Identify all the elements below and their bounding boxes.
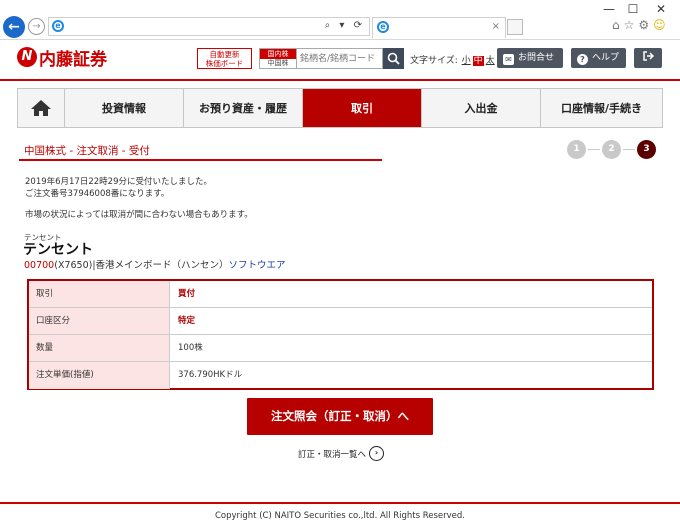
nav-assets-history[interactable]: お預り資産・履歴 <box>184 89 303 127</box>
browser-tab[interactable]: e × <box>372 17 506 38</box>
logo-mark-icon: N <box>17 47 37 67</box>
stock-search-input[interactable] <box>297 48 383 69</box>
copyright: Copyright (C) NAITO Securities co.,ltd. … <box>214 511 465 521</box>
order-inquiry-button[interactable]: 注文照会（訂正・取消）へ <box>247 398 433 435</box>
font-size-control: 文字サイズ: 小中太 <box>410 53 496 66</box>
forward-button-icon[interactable]: → <box>28 18 45 35</box>
accepted-message: 2019年6月17日22時29分に受付いたしました。 <box>25 177 212 187</box>
step-1: 1 <box>567 140 586 159</box>
nav-trading[interactable]: 取引 <box>303 89 422 127</box>
back-button-icon[interactable]: ← <box>3 16 25 38</box>
browser-toolbar-icons: ⌂☆⚙☺ <box>612 18 670 32</box>
table-row: 口座区分 特定 <box>29 308 652 335</box>
help-label: ヘルプ <box>592 53 620 63</box>
home-icon <box>31 100 51 116</box>
envelope-icon: ✉ <box>503 54 514 65</box>
feedback-smiley-icon[interactable]: ☺ <box>653 18 670 32</box>
footer-divider <box>0 502 680 504</box>
tab-close-icon[interactable]: × <box>492 21 500 32</box>
nav-account-info[interactable]: 口座情報/手続き <box>541 89 662 127</box>
logout-button[interactable] <box>634 48 662 68</box>
stock-market-info: (X7650)|香港メインボード（ハンセン） <box>54 260 229 271</box>
order-value-account-type: 特定 <box>178 316 196 326</box>
browser-chrome: — ☐ ✕ ← → e ⌕ ▾ ⟳ e × ⌂☆⚙☺ <box>0 0 680 40</box>
order-details-table: 取引 買付 口座区分 特定 数量 100株 注文単価(指値) 376.790HK… <box>27 279 654 390</box>
market-warning-message: 市場の状況によっては取消が間に合わない場合もあります。 <box>25 210 253 220</box>
nav-deposit-withdrawal[interactable]: 入出金 <box>422 89 541 127</box>
main-nav: 投資情報 お預り資産・履歴 取引 入出金 口座情報/手続き <box>17 88 663 128</box>
order-key-account-type: 口座区分 <box>29 308 170 334</box>
sector-link[interactable]: ソフトウエア <box>229 260 286 271</box>
home-icon[interactable]: ⌂ <box>612 18 624 32</box>
auto-update-label: 自動更新 株価ボード <box>205 50 244 68</box>
font-small-button[interactable]: 小 <box>462 56 471 66</box>
nav-investment-info[interactable]: 投資情報 <box>65 89 184 127</box>
contact-button[interactable]: ✉ お問合せ <box>497 48 563 68</box>
order-key-quantity: 数量 <box>29 335 170 361</box>
font-medium-button[interactable]: 中 <box>472 56 484 66</box>
market-selector[interactable]: 国内株 中国株 <box>259 48 297 69</box>
search-icon <box>387 52 400 65</box>
step-indicator: 1 2 3 <box>567 140 656 159</box>
order-value-trade: 買付 <box>178 289 196 299</box>
search-button[interactable] <box>383 48 404 69</box>
order-value-limit-price: 376.790HKドル <box>178 370 243 380</box>
question-icon: ? <box>577 54 588 65</box>
step-2: 2 <box>602 140 621 159</box>
step-connector <box>623 149 635 150</box>
contact-label: お問合せ <box>518 53 555 63</box>
market-domestic-option[interactable]: 国内株 <box>260 49 296 59</box>
market-china-option[interactable]: 中国株 <box>260 59 296 68</box>
correction-cancel-list-link[interactable]: 訂正・取消一覧へ › <box>298 446 385 461</box>
ie-icon: e <box>52 20 64 32</box>
logo-text: 内藤証券 <box>39 49 107 70</box>
tab-ie-icon: e <box>377 21 389 33</box>
address-bar[interactable]: e ⌕ ▾ ⟳ <box>48 17 370 36</box>
maximize-button[interactable]: ☐ <box>618 2 648 16</box>
new-tab-button[interactable] <box>507 19 523 35</box>
table-row: 取引 買付 <box>29 281 652 308</box>
order-key-trade: 取引 <box>29 281 170 307</box>
auto-update-board-button[interactable]: 自動更新 株価ボード <box>197 48 252 69</box>
address-tools[interactable]: ⌕ ▾ ⟳ <box>325 20 365 31</box>
page-title-row: 中国株式 - 注文取消 - 受付 <box>19 144 382 161</box>
help-button[interactable]: ? ヘルプ <box>571 48 626 68</box>
nav-home[interactable] <box>18 89 65 127</box>
font-large-button[interactable]: 太 <box>486 56 495 66</box>
settings-gear-icon[interactable]: ⚙ <box>638 18 653 32</box>
stock-code-link[interactable]: 00700 <box>24 260 54 271</box>
favorites-star-icon[interactable]: ☆ <box>624 18 639 32</box>
order-key-limit-price: 注文単価(指値) <box>29 362 170 389</box>
table-row: 注文単価(指値) 376.790HKドル <box>29 362 652 389</box>
stock-name: テンセント <box>23 242 93 258</box>
logout-icon <box>643 51 655 61</box>
stock-info: 00700(X7650)|香港メインボード（ハンセン）ソフトウエア <box>24 257 286 271</box>
page-title: 中国株式 - 注文取消 - 受付 <box>24 145 150 157</box>
table-row: 数量 100株 <box>29 335 652 362</box>
order-value-quantity: 100株 <box>178 343 203 353</box>
close-window-button[interactable]: ✕ <box>646 2 676 16</box>
naito-logo[interactable]: N 内藤証券 <box>17 46 107 70</box>
step-3-current: 3 <box>637 140 656 159</box>
list-link-label: 訂正・取消一覧へ <box>298 449 367 460</box>
step-connector <box>588 149 600 150</box>
font-size-label: 文字サイズ: <box>410 56 458 66</box>
header-divider <box>0 79 680 81</box>
order-number-message: ご注文番号37946008番になります。 <box>25 189 170 199</box>
circle-arrow-icon: › <box>369 446 385 461</box>
